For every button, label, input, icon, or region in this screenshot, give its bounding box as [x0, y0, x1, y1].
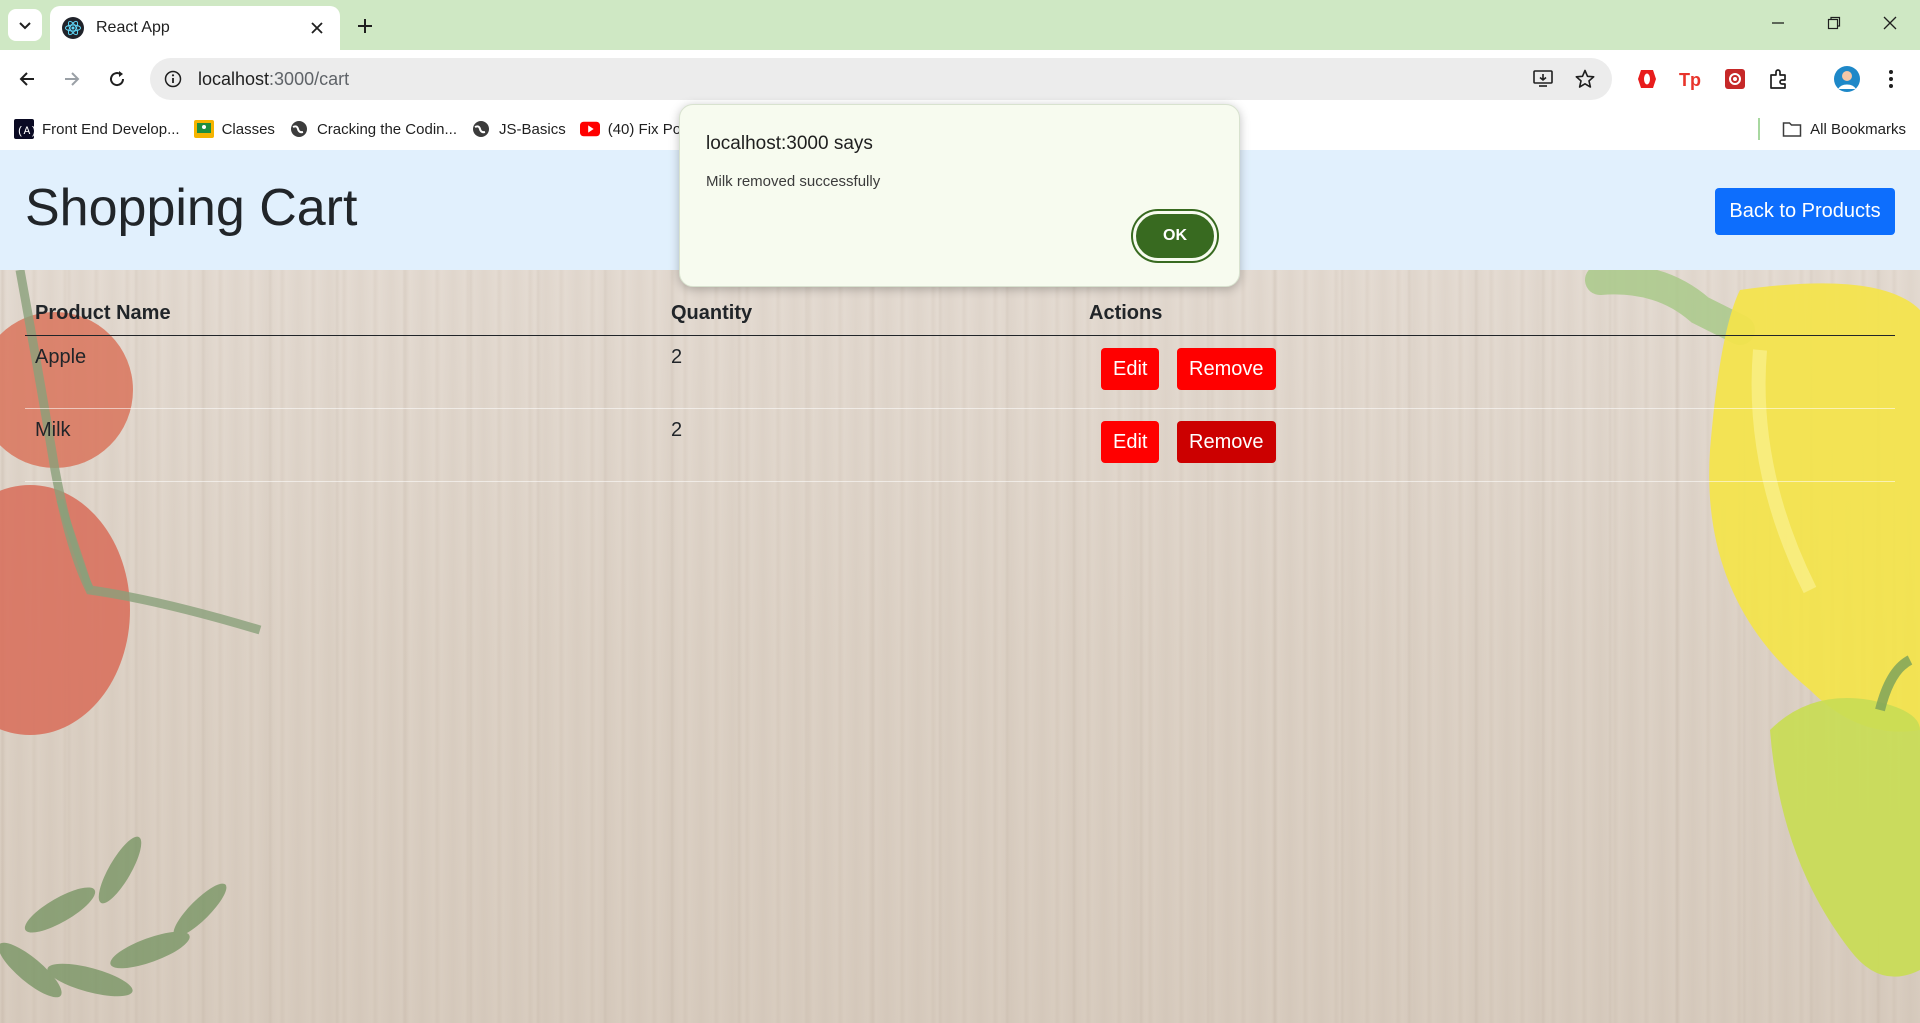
cart-content: Product Name Quantity Actions Apple 2 Ed… — [0, 270, 1920, 1023]
remove-button[interactable]: Remove — [1177, 421, 1276, 463]
url-text[interactable]: localhost:3000/cart — [198, 69, 1526, 90]
close-window-icon[interactable] — [1862, 0, 1918, 46]
bookmark-star-icon[interactable] — [1568, 62, 1602, 96]
bookmark-item[interactable]: Classes — [193, 119, 275, 139]
remove-button[interactable]: Remove — [1177, 348, 1276, 390]
restore-icon[interactable] — [1806, 0, 1862, 46]
bookmark-item[interactable]: (A) Front End Develop... — [14, 119, 180, 139]
freecodecamp-icon: (A) — [14, 119, 34, 139]
product-name-cell: Apple — [25, 335, 661, 409]
product-name-cell: Milk — [25, 408, 661, 482]
profile-avatar[interactable] — [1830, 62, 1864, 96]
bookmark-item[interactable]: (40) Fix Po — [579, 119, 681, 139]
minimize-icon[interactable] — [1750, 0, 1806, 46]
opera-extension-icon[interactable] — [1630, 62, 1664, 96]
site-info-icon[interactable] — [160, 66, 186, 92]
more-menu-icon[interactable] — [1874, 62, 1908, 96]
reload-icon[interactable] — [100, 62, 134, 96]
chevron-down-icon — [19, 22, 31, 30]
youtube-icon — [579, 119, 600, 139]
google-classroom-icon — [193, 119, 214, 139]
active-tab[interactable]: React App — [50, 6, 340, 50]
extensions-puzzle-icon[interactable] — [1762, 62, 1796, 96]
browser-toolbar: localhost:3000/cart Tp — [0, 50, 1920, 108]
edit-button[interactable]: Edit — [1101, 421, 1160, 463]
bookmark-item[interactable]: JS-Basics — [471, 119, 566, 139]
bookmark-item[interactable]: Cracking the Codin... — [289, 119, 457, 139]
cart-table: Product Name Quantity Actions Apple 2 Ed… — [25, 290, 1895, 482]
actions-cell: Edit Remove — [1079, 408, 1895, 482]
forward-arrow-icon[interactable] — [55, 62, 89, 96]
screenshot-extension-icon[interactable] — [1718, 62, 1752, 96]
dialog-title: localhost:3000 says — [706, 133, 873, 154]
bookmarks-divider — [1758, 118, 1760, 140]
table-row: Milk 2 Edit Remove — [25, 408, 1895, 482]
page-title: Shopping Cart — [25, 179, 358, 237]
table-header-row: Product Name Quantity Actions — [25, 290, 1895, 336]
globe-icon — [289, 119, 309, 139]
column-header-product-name: Product Name — [25, 290, 661, 336]
quantity-cell: 2 — [661, 408, 1079, 482]
quantity-cell: 2 — [661, 335, 1079, 409]
column-header-actions: Actions — [1079, 290, 1895, 336]
tab-title: React App — [96, 19, 170, 36]
ok-button[interactable]: OK — [1133, 211, 1217, 261]
folder-icon — [1782, 120, 1802, 138]
tab-search-button[interactable] — [8, 9, 42, 41]
column-header-quantity: Quantity — [661, 290, 1079, 336]
tp-extension-icon[interactable]: Tp — [1674, 62, 1708, 96]
close-tab-icon[interactable] — [306, 17, 328, 39]
install-app-icon[interactable] — [1526, 62, 1560, 96]
svg-text:(A): (A) — [17, 126, 34, 138]
all-bookmarks-button[interactable]: All Bookmarks — [1782, 108, 1906, 150]
actions-cell: Edit Remove — [1079, 335, 1895, 409]
back-to-products-button[interactable]: Back to Products — [1715, 188, 1895, 235]
browser-tab-strip: React App — [0, 0, 1920, 50]
alert-dialog: localhost:3000 says Milk removed success… — [679, 104, 1240, 287]
react-icon — [62, 17, 84, 39]
dialog-message: Milk removed successfully — [706, 173, 881, 190]
svg-text:Tp: Tp — [1679, 70, 1701, 90]
edit-button[interactable]: Edit — [1101, 348, 1160, 390]
globe-icon — [471, 119, 491, 139]
new-tab-plus-icon[interactable] — [350, 11, 380, 41]
back-arrow-icon[interactable] — [10, 62, 44, 96]
table-row: Apple 2 Edit Remove — [25, 335, 1895, 409]
address-bar[interactable]: localhost:3000/cart — [150, 58, 1612, 100]
